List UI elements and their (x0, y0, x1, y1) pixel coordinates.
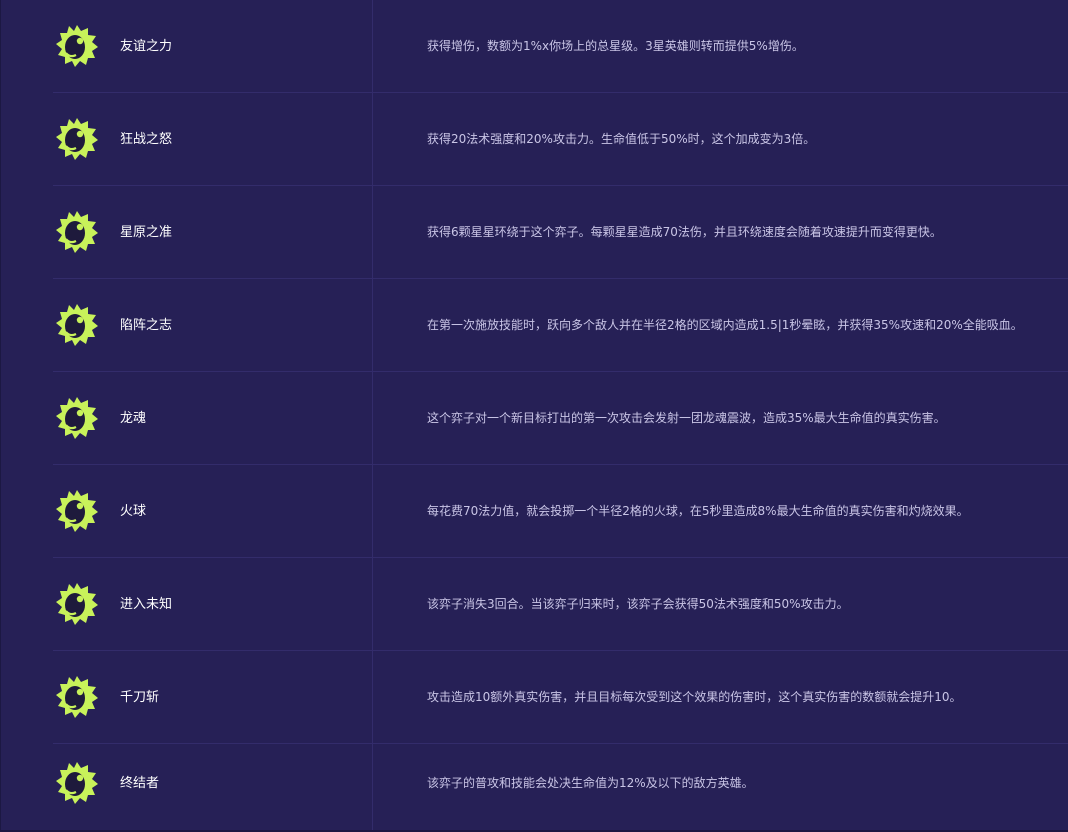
augment-description: 获得6颗星星环绕于这个弈子。每颗星星造成70法伤，并且环绕速度会随着攻速提升而变… (427, 225, 942, 239)
gremlin-face-icon (56, 211, 98, 253)
augment-description: 在第一次施放技能时，跃向多个敌人并在半径2格的区域内造成1.5|1秒晕眩，并获得… (427, 318, 1023, 332)
table-row: 陷阵之志 在第一次施放技能时，跃向多个敌人并在半径2格的区域内造成1.5|1秒晕… (1, 279, 1068, 372)
augment-description: 该弈子的普攻和技能会处决生命值为12%及以下的敌方英雄。 (427, 776, 754, 790)
table-row: 友谊之力 获得增伤，数额为1%x你场上的总星级。3星英雄则转而提供5%增伤。 (1, 0, 1068, 93)
table-row: 进入未知 该弈子消失3回合。当该弈子归来时，该弈子会获得50法术强度和50%攻击… (1, 558, 1068, 651)
gremlin-face-icon (56, 676, 98, 718)
augment-description: 每花费70法力值，就会投掷一个半径2格的火球，在5秒里造成8%最大生命值的真实伤… (427, 504, 969, 518)
table-row: 火球 每花费70法力值，就会投掷一个半径2格的火球，在5秒里造成8%最大生命值的… (1, 465, 1068, 558)
augment-name: 陷阵之志 (120, 318, 173, 333)
gremlin-face-icon (56, 118, 98, 160)
gremlin-face-icon (56, 762, 98, 804)
augment-name: 千刀斩 (120, 690, 160, 705)
gremlin-face-icon (56, 25, 98, 67)
augment-description: 获得20法术强度和20%攻击力。生命值低于50%时，这个加成变为3倍。 (427, 132, 816, 146)
table-row: 狂战之怒 获得20法术强度和20%攻击力。生命值低于50%时，这个加成变为3倍。 (1, 93, 1068, 186)
gremlin-face-icon (56, 397, 98, 439)
table-row: 千刀斩 攻击造成10额外真实伤害，并且目标每次受到这个效果的伤害时，这个真实伤害… (1, 651, 1068, 744)
augment-name: 狂战之怒 (120, 132, 173, 147)
augment-name: 火球 (120, 504, 147, 519)
augment-name: 进入未知 (120, 597, 173, 612)
augment-name: 星原之准 (120, 225, 173, 240)
augment-description: 获得增伤，数额为1%x你场上的总星级。3星英雄则转而提供5%增伤。 (427, 39, 804, 53)
augment-name: 终结者 (120, 776, 160, 791)
augment-description: 这个弈子对一个新目标打出的第一次攻击会发射一团龙魂震波，造成35%最大生命值的真… (427, 411, 946, 425)
augment-description: 攻击造成10额外真实伤害，并且目标每次受到这个效果的伤害时，这个真实伤害的数额就… (427, 690, 962, 704)
augment-name: 龙魂 (120, 411, 147, 426)
gremlin-face-icon (56, 583, 98, 625)
augment-name: 友谊之力 (120, 39, 173, 54)
table-row: 龙魂 这个弈子对一个新目标打出的第一次攻击会发射一团龙魂震波，造成35%最大生命… (1, 372, 1068, 465)
table-row: 终结者 该弈子的普攻和技能会处决生命值为12%及以下的敌方英雄。 (1, 737, 1068, 830)
table-row: 星原之准 获得6颗星星环绕于这个弈子。每颗星星造成70法伤，并且环绕速度会随着攻… (1, 186, 1068, 279)
gremlin-face-icon (56, 304, 98, 346)
augment-description: 该弈子消失3回合。当该弈子归来时，该弈子会获得50法术强度和50%攻击力。 (427, 597, 849, 611)
gremlin-face-icon (56, 490, 98, 532)
augment-table: 友谊之力 获得增伤，数额为1%x你场上的总星级。3星英雄则转而提供5%增伤。 狂… (0, 0, 1068, 832)
